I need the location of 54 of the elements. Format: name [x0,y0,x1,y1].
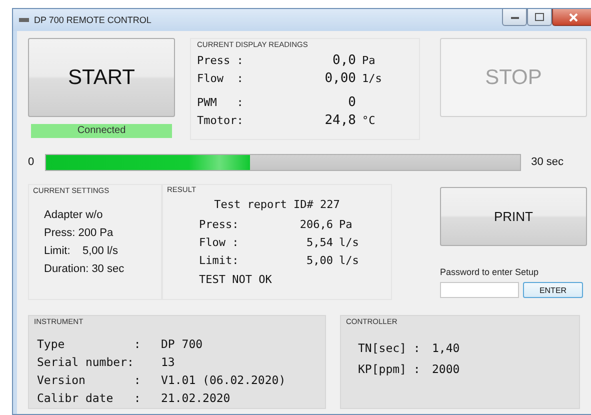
window-title: DP 700 REMOTE CONTROL [34,15,152,25]
maximize-button[interactable] [527,9,552,26]
result-value: 206,6 [298,217,333,233]
maximize-icon [535,13,544,21]
controller-label: TN[sec] : [358,340,422,357]
reading-value: 0 [347,95,356,110]
instrument-label: Serial number: [37,354,135,371]
reading-label: PWM : [197,96,244,109]
reading-unit: 1/s [362,72,382,85]
instrument-value: 13 [161,354,175,371]
connection-status: Connected [31,124,172,138]
setting-line: Limit: 5,00 l/s [44,244,119,259]
app-icon [19,17,29,23]
result-value: 5,54 [306,235,333,251]
reading-label: Tmotor: [197,114,244,127]
progress-min-label: 0 [28,156,34,168]
instrument-label: Version : [37,372,142,389]
reading-value: 24,8 [324,113,356,128]
reading-value: 0,0 [332,53,356,68]
reading-value: 0,00 [324,71,356,86]
result-label: Flow : [199,235,240,251]
result-unit: l/s [339,253,359,269]
minimize-icon [510,16,518,18]
result-unit: l/s [339,235,359,251]
instrument-label: Calibr date : [37,390,142,407]
close-icon [568,12,578,22]
minimize-button[interactable] [502,9,527,26]
enter-button[interactable]: ENTER [523,282,583,298]
print-button[interactable]: PRINT [440,187,587,246]
progress-max-label: 30 sec [531,156,564,168]
report-heading: Test report ID# 227 [214,198,340,211]
setting-line: Duration: 30 sec [44,262,126,277]
controller-value: 1,40 [432,340,460,357]
controller-label: KP[ppm] : [358,361,422,378]
result-label: Limit: [199,253,240,269]
instrument-label: Type : [37,336,142,353]
result-label: Press: [199,217,240,233]
reading-unit: Pa [362,54,376,67]
controller-value: 2000 [432,361,460,378]
setting-line: Press: 200 Pa [44,226,114,241]
instrument-value: 21.02.2020 [161,390,230,407]
reading-label: Flow : [197,72,244,85]
password-label: Password to enter Setup [440,267,540,277]
result-unit: Pa [339,217,352,233]
instrument-value: V1.01 (06.02.2020) [161,372,286,389]
start-button[interactable]: START [28,38,175,117]
password-field[interactable] [440,282,519,298]
reading-label: Press : [197,54,244,67]
close-button[interactable] [552,9,591,26]
reading-unit: °C [362,114,376,127]
result-value: 5,00 [306,253,333,269]
setting-line: Adapter w/o [44,208,104,223]
test-verdict: TEST NOT OK [199,273,273,286]
instrument-value: DP 700 [161,336,203,353]
